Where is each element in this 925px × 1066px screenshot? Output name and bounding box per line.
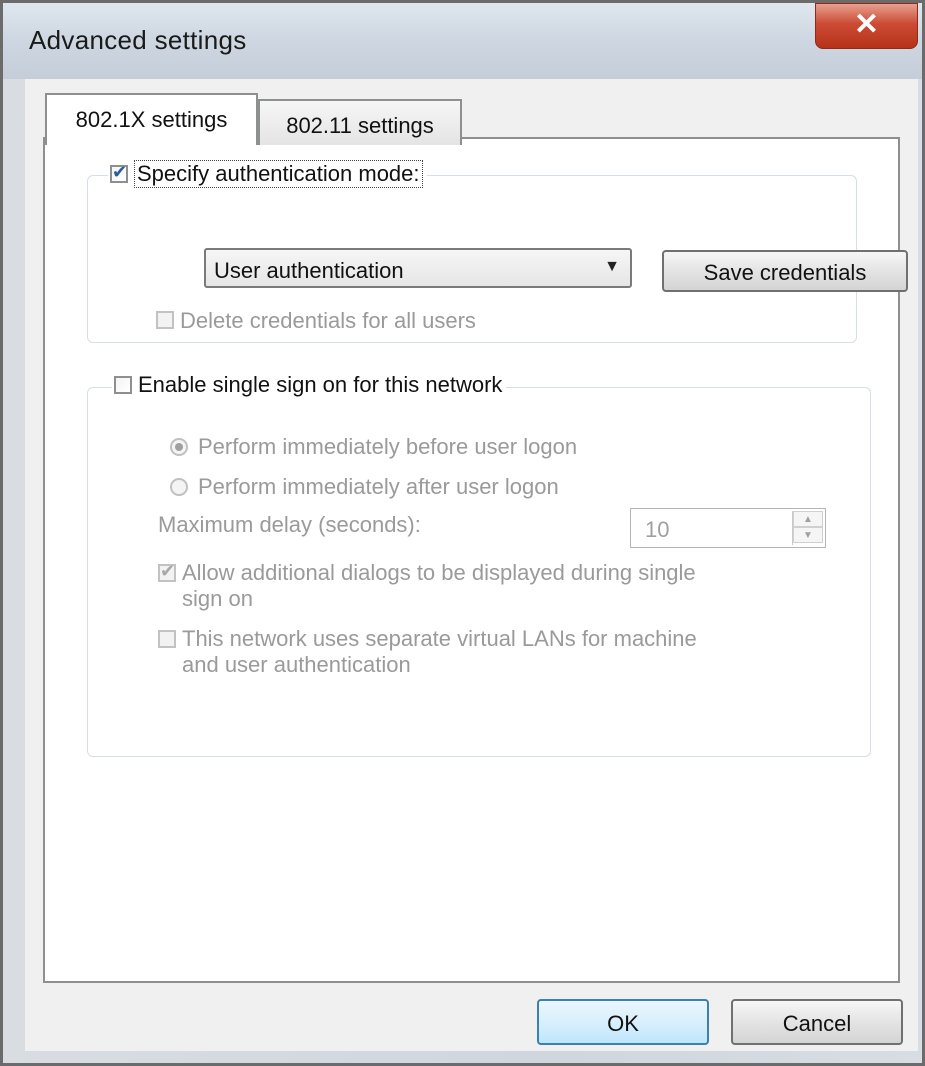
enable-single-sign-on-option[interactable]: Enable single sign on for this network <box>112 372 507 398</box>
separate-vlans-label: This network uses separate virtual LANs … <box>182 626 697 678</box>
delete-credentials-checkbox[interactable] <box>156 311 174 329</box>
authentication-mode-dropdown[interactable]: User authentication ▼ <box>204 248 632 288</box>
advanced-settings-dialog: Advanced settings ✕ 802.1X settings 802.… <box>0 0 925 1066</box>
specify-authentication-mode-checkbox[interactable] <box>110 162 128 183</box>
delete-credentials-label: Delete credentials for all users <box>180 308 476 333</box>
tab-panel-8021x: Specify authentication mode: User authen… <box>43 137 908 983</box>
perform-after-logon-radio[interactable] <box>170 478 188 496</box>
authentication-mode-group: Specify authentication mode: User authen… <box>87 160 908 343</box>
allow-additional-dialogs-checkbox[interactable] <box>158 561 176 582</box>
separate-vlans-checkbox[interactable] <box>158 630 176 648</box>
allow-additional-dialogs-label: Allow additional dialogs to be displayed… <box>182 560 696 612</box>
allow-additional-dialogs-option[interactable]: Allow additional dialogs to be displayed… <box>158 560 696 612</box>
cancel-button[interactable]: Cancel <box>731 999 903 1045</box>
enable-single-sign-on-label: Enable single sign on for this network <box>138 372 503 397</box>
spin-up-icon[interactable]: ▲ <box>793 511 823 527</box>
perform-after-logon-option[interactable]: Perform immediately after user logon <box>170 474 559 500</box>
tab-80211-settings[interactable]: 802.11 settings <box>258 99 462 145</box>
maximum-delay-label: Maximum delay (seconds): <box>158 512 421 537</box>
dialog-title: Advanced settings <box>29 25 247 55</box>
single-sign-on-group: Enable single sign on for this network P… <box>87 372 871 757</box>
maximum-delay-row: Maximum delay (seconds): <box>158 512 421 538</box>
dialog-client-area: 802.1X settings 802.11 settings Specify … <box>25 79 918 1051</box>
separate-vlans-option[interactable]: This network uses separate virtual LANs … <box>158 626 697 678</box>
specify-authentication-mode-option[interactable]: Specify authentication mode: <box>108 160 427 188</box>
perform-before-logon-radio[interactable] <box>170 438 188 456</box>
delete-credentials-option[interactable]: Delete credentials for all users <box>156 308 476 334</box>
spin-down-icon[interactable]: ▼ <box>793 527 823 543</box>
spinner-buttons: ▲ ▼ <box>792 511 823 545</box>
specify-authentication-mode-label: Specify authentication mode: <box>134 160 423 188</box>
perform-before-logon-label: Perform immediately before user logon <box>198 434 578 459</box>
enable-single-sign-on-checkbox[interactable] <box>114 376 132 394</box>
perform-before-logon-option[interactable]: Perform immediately before user logon <box>170 434 577 460</box>
allow-additional-dialogs-line1: Allow additional dialogs to be displayed… <box>182 560 696 585</box>
close-button[interactable]: ✕ <box>815 3 918 49</box>
authentication-mode-value: User authentication <box>214 258 404 283</box>
save-credentials-button[interactable]: Save credentials <box>662 250 908 292</box>
maximum-delay-spinner[interactable]: 10 ▲ ▼ <box>630 508 826 548</box>
perform-after-logon-label: Perform immediately after user logon <box>198 474 559 499</box>
separate-vlans-line1: This network uses separate virtual LANs … <box>182 626 697 651</box>
close-icon: ✕ <box>853 8 880 41</box>
tab-8021x-settings[interactable]: 802.1X settings <box>45 93 258 145</box>
title-bar[interactable]: Advanced settings ✕ <box>3 3 922 79</box>
allow-additional-dialogs-line2: sign on <box>182 586 253 611</box>
maximum-delay-value: 10 <box>645 517 670 542</box>
separate-vlans-line2: and user authentication <box>182 652 411 677</box>
ok-button[interactable]: OK <box>537 999 709 1045</box>
dropdown-arrow-icon: ▼ <box>604 258 620 275</box>
